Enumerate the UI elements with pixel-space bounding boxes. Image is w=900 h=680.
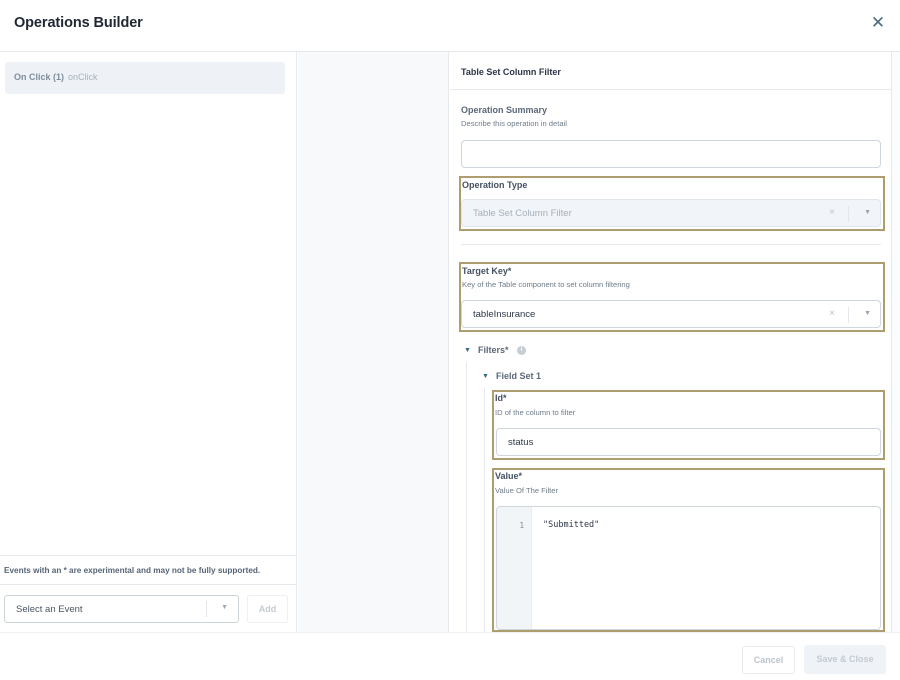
target-key-description: Key of the Table component to set column… — [462, 280, 630, 289]
operation-summary-label: Operation Summary — [461, 105, 548, 115]
operation-title-bar: Table Set Column Filter — [450, 52, 891, 90]
add-event-button[interactable]: Add — [247, 595, 288, 623]
operation-editor-panel: Table Set Column Filter Operation Summar… — [450, 52, 892, 632]
modal-title: Operations Builder — [14, 15, 143, 31]
operation-summary-description: Describe this operation in detail — [461, 119, 567, 128]
select-separator — [848, 206, 849, 222]
target-key-select[interactable]: tableInsurance × ▼ — [461, 300, 881, 328]
event-item-on-click[interactable]: On Click (1) onClick — [5, 62, 285, 94]
field-set-tree-line — [484, 388, 485, 632]
events-panel: On Click (1) onClick Events with an * are… — [0, 52, 297, 632]
event-name: On Click (1) — [14, 72, 65, 82]
chevron-down-icon[interactable]: ▼ — [864, 209, 871, 216]
event-select-placeholder: Select an Event — [16, 604, 83, 615]
clear-icon[interactable]: × — [829, 308, 835, 319]
operation-title: Table Set Column Filter — [461, 67, 561, 77]
filter-value-label: Value* — [495, 471, 523, 481]
event-select[interactable]: Select an Event ▼ — [4, 595, 239, 623]
filter-value-description: Value Of The Filter — [495, 486, 559, 495]
event-key: onClick — [68, 72, 98, 82]
select-separator — [206, 601, 207, 617]
filter-id-input[interactable]: status — [496, 428, 881, 456]
cancel-button[interactable]: Cancel — [742, 646, 795, 674]
section-divider — [461, 244, 881, 245]
chevron-down-icon[interactable]: ▼ — [221, 604, 228, 611]
close-icon[interactable]: ✕ — [870, 14, 886, 32]
target-key-value: tableInsurance — [473, 309, 536, 320]
experimental-note: Events with an * are experimental and ma… — [0, 555, 297, 585]
target-key-label: Target Key* — [462, 266, 512, 276]
experimental-note-text: Events with an * are experimental and ma… — [4, 566, 261, 575]
operation-summary-input[interactable] — [461, 140, 881, 168]
field-set-collapse-caret-icon[interactable]: ▼ — [482, 373, 489, 380]
filter-id-value: status — [508, 437, 534, 448]
operation-type-value: Table Set Column Filter — [473, 208, 572, 219]
filter-id-description: ID of the column to filter — [495, 408, 576, 417]
field-set-label: Field Set 1 — [496, 371, 542, 381]
operation-type-label: Operation Type — [462, 180, 528, 190]
filter-value-code-editor[interactable]: 1 "Submitted" — [496, 506, 881, 630]
modal-footer: Cancel Save & Close — [0, 632, 900, 680]
line-number: 1 — [519, 521, 524, 530]
code-line: "Submitted" — [543, 520, 600, 530]
filters-tree-line — [466, 362, 467, 632]
event-label: On Click (1) onClick — [14, 72, 98, 82]
filters-label: Filters* — [478, 345, 509, 355]
editor-scrollbar[interactable] — [892, 52, 900, 632]
clear-icon[interactable]: × — [829, 207, 835, 218]
filter-id-label: Id* — [495, 393, 507, 403]
operation-type-select[interactable]: Table Set Column Filter × ▼ — [461, 199, 881, 227]
code-gutter: 1 — [497, 507, 532, 629]
select-separator — [848, 307, 849, 323]
filters-collapse-caret-icon[interactable]: ▼ — [464, 347, 471, 354]
info-icon[interactable]: i — [517, 346, 526, 355]
operations-list-panel — [298, 52, 449, 632]
save-and-close-button[interactable]: Save & Close — [804, 645, 886, 674]
chevron-down-icon[interactable]: ▼ — [864, 310, 871, 317]
modal-header: Operations Builder ✕ — [0, 0, 900, 52]
